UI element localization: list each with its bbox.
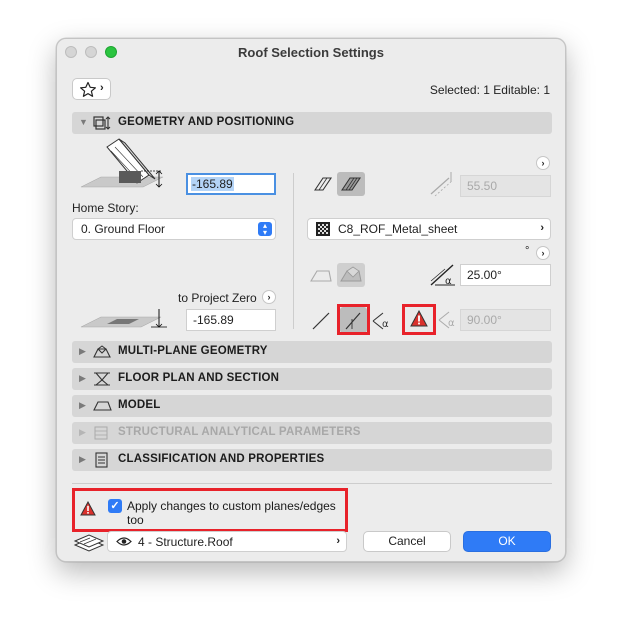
project-zero-reference-button[interactable]: › bbox=[262, 290, 276, 304]
section-floor-plan-and-section[interactable]: ▶ FLOOR PLAN AND SECTION bbox=[72, 368, 552, 390]
section-classification-and-properties[interactable]: ▶ CLASSIFICATION AND PROPERTIES bbox=[72, 449, 552, 471]
section-label: MULTI-PLANE GEOMETRY bbox=[118, 345, 268, 357]
column-divider bbox=[293, 173, 294, 329]
roof-offset-input[interactable]: -165.89 bbox=[186, 173, 276, 195]
edge-vertical-icon[interactable] bbox=[309, 309, 335, 333]
disclosure-triangle-closed-icon[interactable]: ▶ bbox=[79, 346, 86, 357]
section-geometry-and-positioning[interactable]: ▼ GEOMETRY AND POSITIONING bbox=[72, 112, 552, 134]
floor-plan-icon bbox=[94, 372, 110, 386]
disclosure-triangle-open-icon[interactable]: ▼ bbox=[79, 117, 88, 127]
home-story-select[interactable]: 0. Ground Floor ▴ ▾ bbox=[72, 218, 276, 240]
highlight-frame bbox=[337, 304, 370, 335]
roof-selection-settings-dialog: Roof Selection Settings › Selected: 1 Ed… bbox=[56, 38, 566, 562]
multi-plane-icon bbox=[93, 345, 111, 358]
ok-button[interactable]: OK bbox=[463, 531, 551, 552]
section-label: CLASSIFICATION AND PROPERTIES bbox=[118, 453, 325, 465]
degree-unit-label: ° bbox=[525, 245, 530, 257]
project-zero-input[interactable]: -165.89 bbox=[186, 309, 276, 331]
chevron-right-icon: › bbox=[336, 535, 340, 547]
project-zero-illustration bbox=[80, 309, 167, 328]
roof-geometry-option-b[interactable] bbox=[337, 172, 365, 196]
pivot-height-input[interactable]: 55.50 bbox=[460, 175, 551, 197]
roof-offset-illustration bbox=[80, 138, 164, 188]
updown-arrows-icon: ▴ ▾ bbox=[258, 222, 272, 237]
structural-icon bbox=[94, 426, 108, 440]
section-structural-analytical-parameters: ▶ STRUCTURAL ANALYTICAL PARAMETERS bbox=[72, 422, 552, 444]
selection-status: Selected: 1 Editable: 1 bbox=[429, 83, 550, 97]
svg-text:α: α bbox=[445, 276, 452, 287]
project-zero-label: to Project Zero bbox=[178, 291, 257, 305]
footer-divider bbox=[72, 483, 552, 484]
roof-solid-option[interactable] bbox=[337, 263, 365, 287]
section-model[interactable]: ▶ MODEL bbox=[72, 395, 552, 417]
svg-text:α: α bbox=[448, 318, 455, 329]
warning-icon bbox=[80, 501, 96, 516]
section-label: GEOMETRY AND POSITIONING bbox=[118, 116, 295, 128]
section-label: MODEL bbox=[118, 399, 161, 411]
apply-custom-planes-checkbox[interactable]: ✓ bbox=[108, 499, 122, 513]
edge-angle-input[interactable]: 90.00° bbox=[460, 309, 551, 331]
roof-geometry-option-a[interactable] bbox=[309, 172, 337, 196]
chevron-right-icon: › bbox=[100, 82, 104, 94]
disclosure-triangle-closed-icon: ▶ bbox=[79, 427, 86, 437]
edge-custom-angle-icon[interactable]: α bbox=[371, 311, 393, 331]
angle-options-button[interactable]: › bbox=[536, 246, 550, 260]
geometry-positioning-icon bbox=[93, 116, 111, 130]
edge-angle-icon: α bbox=[438, 311, 455, 329]
eye-icon bbox=[116, 537, 132, 546]
material-swatch-icon bbox=[316, 222, 330, 236]
roof-outline-icon[interactable] bbox=[307, 263, 335, 287]
slope-angle-icon: α bbox=[430, 264, 455, 287]
layer-select[interactable]: 4 - Structure.Roof › bbox=[107, 531, 347, 552]
apply-custom-planes-label[interactable]: Apply changes to custom planes/edges too bbox=[127, 499, 337, 527]
geometry-options-button[interactable]: › bbox=[536, 156, 550, 170]
slope-angle-input[interactable]: 25.00° bbox=[460, 264, 551, 286]
roof-plane-icon bbox=[313, 177, 333, 191]
window-title: Roof Selection Settings bbox=[238, 45, 384, 60]
chevron-right-icon: › bbox=[540, 222, 544, 234]
classification-icon bbox=[95, 452, 108, 468]
warning-highlight-frame bbox=[402, 304, 436, 335]
pivot-height-icon bbox=[430, 172, 454, 197]
section-label: FLOOR PLAN AND SECTION bbox=[118, 372, 280, 384]
material-select[interactable]: C8_ROF_Metal_sheet › bbox=[307, 218, 551, 240]
disclosure-triangle-closed-icon[interactable]: ▶ bbox=[79, 373, 86, 384]
roof-plane-hatched-icon bbox=[340, 177, 362, 191]
section-multi-plane-geometry[interactable]: ▶ MULTI-PLANE GEOMETRY bbox=[72, 341, 552, 363]
section-label: STRUCTURAL ANALYTICAL PARAMETERS bbox=[118, 426, 361, 438]
warning-icon bbox=[410, 310, 428, 327]
cancel-button[interactable]: Cancel bbox=[363, 531, 451, 552]
svg-text:α: α bbox=[382, 319, 389, 330]
roof-solid-icon bbox=[340, 266, 362, 282]
home-story-label: Home Story: bbox=[72, 201, 139, 215]
layer-stack-icon bbox=[73, 534, 105, 552]
disclosure-triangle-closed-icon[interactable]: ▶ bbox=[79, 400, 86, 411]
disclosure-triangle-closed-icon[interactable]: ▶ bbox=[79, 454, 86, 465]
star-icon bbox=[80, 81, 96, 97]
model-icon bbox=[93, 401, 112, 411]
favorites-button[interactable]: › bbox=[72, 78, 111, 100]
title-bar: Roof Selection Settings bbox=[57, 39, 565, 65]
